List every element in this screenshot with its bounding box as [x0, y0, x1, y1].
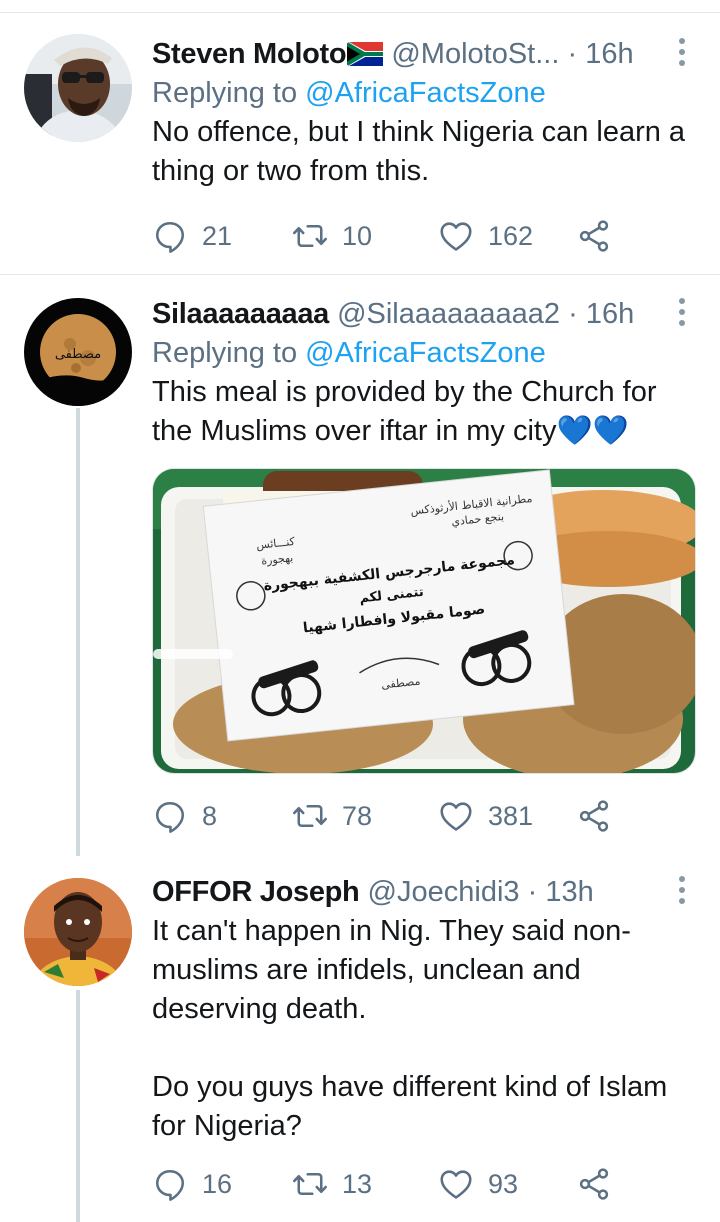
retweet-icon — [292, 1172, 328, 1196]
tweet-text: No offence, but I think Nigeria can lear… — [152, 116, 686, 187]
thread-line — [76, 990, 80, 1222]
tweet-1-actions: 21 10 162 — [152, 216, 622, 256]
replying-to-prefix: Replying to — [152, 337, 306, 369]
top-divider — [0, 12, 720, 13]
tweet-1-content: Steven Moloto @MolotoSt... · 16h Replyin… — [152, 34, 700, 191]
like-count: 162 — [488, 220, 534, 251]
replying-to-prefix: Replying to — [152, 77, 306, 109]
retweet-count: 10 — [342, 220, 373, 251]
south-africa-flag-icon — [346, 37, 385, 67]
tweet-header: OFFOR Joseph @Joechidi3 · 13h — [152, 872, 700, 912]
share-button[interactable] — [576, 1164, 612, 1204]
reply-button[interactable]: 8 — [152, 796, 217, 836]
retweet-count: 13 — [342, 1168, 373, 1199]
more-icon[interactable] — [678, 38, 686, 70]
reply-count: 8 — [202, 800, 218, 831]
tweet-divider — [0, 274, 720, 275]
tweet-text: It can't happen in Nig. They said non-mu… — [152, 915, 668, 1142]
separator-dot: · — [567, 38, 578, 70]
author-name[interactable]: OFFOR Joseph — [152, 876, 360, 908]
like-count: 93 — [488, 1168, 519, 1199]
share-icon — [579, 1168, 609, 1200]
timestamp[interactable]: 13h — [545, 876, 593, 908]
author-handle[interactable]: @Joechidi3 — [368, 876, 520, 908]
retweet-button[interactable]: 13 — [292, 1164, 372, 1204]
more-icon[interactable] — [678, 876, 686, 908]
tweet-2-actions: 8 78 381 — [152, 796, 622, 836]
retweet-button[interactable]: 10 — [292, 216, 372, 256]
timestamp[interactable]: 16h — [585, 38, 633, 70]
avatar-offor-joseph[interactable] — [24, 878, 132, 986]
reply-count: 16 — [202, 1168, 233, 1199]
tweet-3-actions: 16 13 93 — [152, 1164, 622, 1204]
retweet-count: 78 — [342, 800, 373, 831]
reply-button[interactable]: 21 — [152, 216, 232, 256]
reply-button[interactable]: 16 — [152, 1164, 232, 1204]
tweet-2-content: Silaaaaaaaaa @Silaaaaaaaaa2 · 16h Replyi… — [152, 294, 700, 451]
avatar-text: مصطفى — [55, 347, 101, 362]
reply-icon — [155, 801, 185, 833]
tweet-header: Steven Moloto @MolotoSt... · 16h — [152, 34, 700, 74]
tweet-media-image[interactable]: مطرانية الاقباط الأرثوذكس بنجع حمادي كنـ… — [152, 468, 696, 774]
reply-icon — [155, 1169, 185, 1201]
more-icon[interactable] — [678, 298, 686, 330]
like-button[interactable]: 162 — [438, 216, 533, 256]
share-icon — [579, 220, 609, 252]
separator-dot: · — [527, 876, 538, 908]
retweet-icon — [292, 224, 328, 248]
timestamp[interactable]: 16h — [586, 298, 634, 330]
replying-to: Replying to @AfricaFactsZone — [152, 334, 700, 373]
tweet-text: This meal is provided by the Church for … — [152, 376, 657, 447]
author-name[interactable]: Silaaaaaaaaa — [152, 298, 329, 330]
retweet-button[interactable]: 78 — [292, 796, 372, 836]
avatar-steven-moloto[interactable] — [24, 34, 132, 142]
reply-icon — [155, 221, 185, 253]
heart-icon — [440, 222, 472, 251]
author-handle[interactable]: @MolotoSt... — [391, 38, 559, 70]
replying-to-link[interactable]: @AfricaFactsZone — [305, 337, 546, 369]
share-button[interactable] — [576, 216, 612, 256]
reply-count: 21 — [202, 220, 233, 251]
replying-to-link[interactable]: @AfricaFactsZone — [305, 77, 546, 109]
heart-icon — [440, 1170, 472, 1199]
share-icon — [579, 800, 609, 832]
avatar-silaaaaaaaaa[interactable]: مصطفى — [24, 298, 132, 406]
tweet-header: Silaaaaaaaaa @Silaaaaaaaaa2 · 16h — [152, 294, 700, 334]
replying-to: Replying to @AfricaFactsZone — [152, 74, 700, 113]
thread-line — [76, 408, 80, 856]
like-button[interactable]: 381 — [438, 796, 533, 836]
tweet-3-content: OFFOR Joseph @Joechidi3 · 13h It can't h… — [152, 872, 700, 1146]
author-handle[interactable]: @Silaaaaaaaaa2 — [337, 298, 560, 330]
heart-icon — [440, 802, 472, 831]
like-button[interactable]: 93 — [438, 1164, 518, 1204]
share-button[interactable] — [576, 796, 612, 836]
author-name[interactable]: Steven Moloto — [152, 38, 347, 70]
separator-dot: · — [568, 298, 578, 330]
retweet-icon — [292, 804, 328, 828]
like-count: 381 — [488, 800, 534, 831]
